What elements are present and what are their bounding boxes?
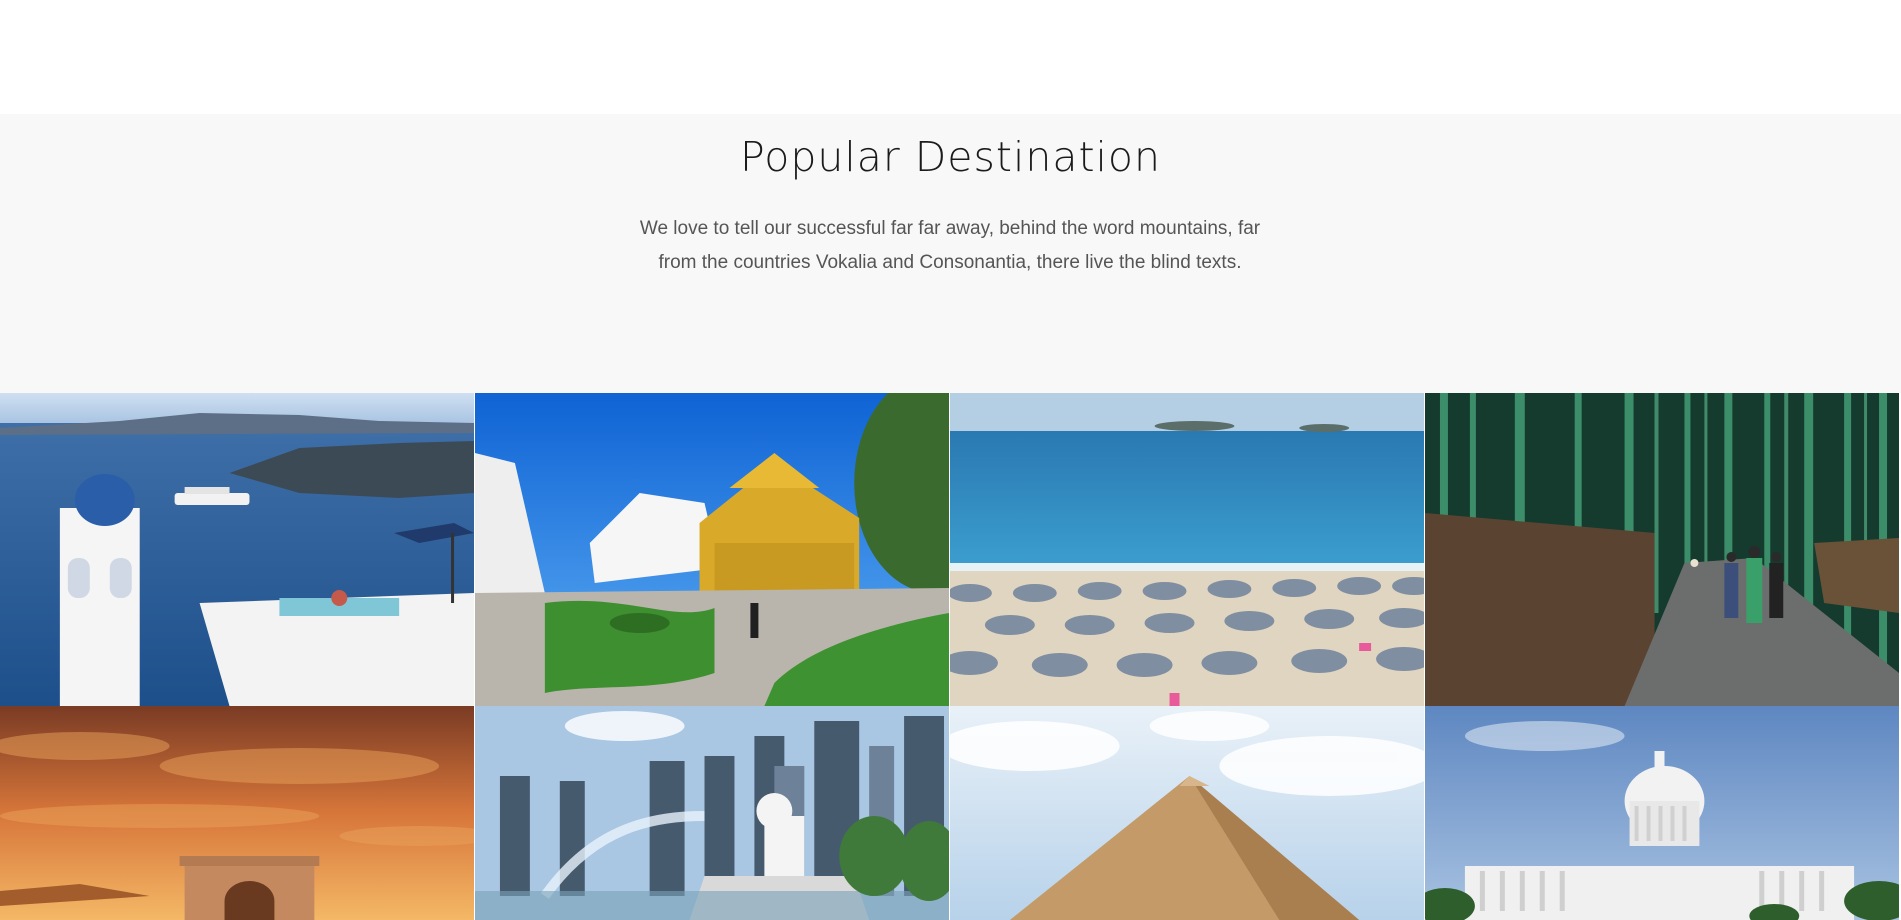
destination-gallery <box>0 393 1901 920</box>
beach-image <box>950 393 1424 706</box>
arch-sunset-image <box>0 706 474 920</box>
destination-tile-pyramid[interactable] <box>950 706 1425 920</box>
pyramid-image <box>950 706 1424 920</box>
description-line-1: We love to tell our successful far far a… <box>639 218 1261 239</box>
destination-tile-bamboo[interactable] <box>1425 393 1900 706</box>
destination-tile-beach[interactable] <box>950 393 1425 706</box>
santorini-image <box>0 393 474 706</box>
merlion-skyline-image <box>475 706 949 920</box>
bamboo-forest-image <box>1425 393 1899 706</box>
capitol-building-image <box>1425 706 1899 920</box>
destination-tile-santorini[interactable] <box>0 393 475 706</box>
description-line-2: from the countries Vokalia and Consonant… <box>658 252 1242 273</box>
top-bar <box>0 0 1901 114</box>
popular-destination-section: Popular Destination We love to tell our … <box>0 114 1901 394</box>
destination-tile-merlion[interactable] <box>475 706 950 920</box>
section-title: Popular Destination <box>739 133 1162 181</box>
destination-tile-capitol[interactable] <box>1425 706 1900 920</box>
section-description: We love to tell our successful far far a… <box>610 212 1290 280</box>
temple-image <box>475 393 949 706</box>
destination-tile-temple[interactable] <box>475 393 950 706</box>
destination-tile-arch[interactable] <box>0 706 475 920</box>
